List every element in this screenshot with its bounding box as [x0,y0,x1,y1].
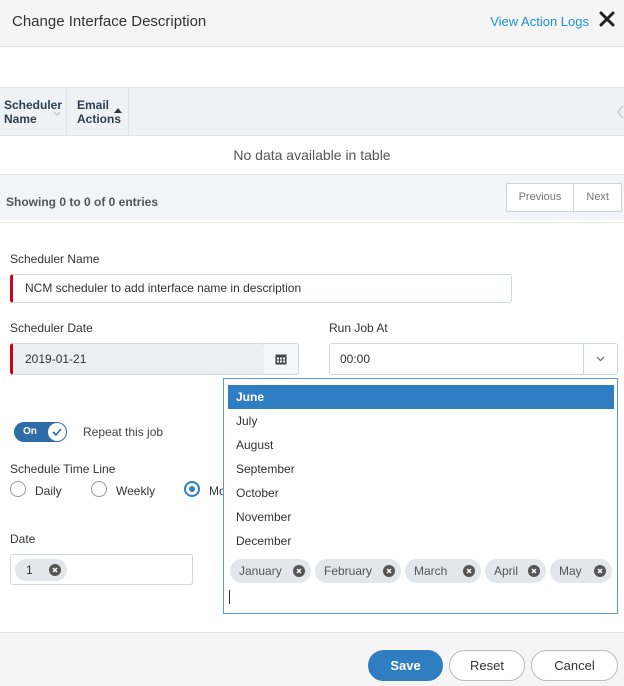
month-chip: January [230,559,311,583]
month-option[interactable]: December [228,529,614,553]
radio-daily-label: Daily [35,484,62,498]
month-chip: March [405,559,481,583]
scheduler-date-label: Scheduler Date [10,321,93,335]
date-chip: 1 [15,559,67,581]
divider [0,222,624,223]
table-header: Scheduler Name Email Actions [0,87,624,136]
month-chip: May [550,559,612,583]
previous-page-button[interactable]: Previous [507,184,575,211]
run-job-label: Run Job At [329,321,388,335]
reset-button[interactable]: Reset [449,650,525,681]
pagination: Previous Next [505,183,622,212]
schedule-timeline-label: Schedule Time Line [10,462,116,476]
remove-chip-icon[interactable] [463,565,475,577]
sort-ascending-icon [114,108,122,113]
month-dropdown[interactable]: June July August September October Novem… [223,378,618,614]
calendar-button[interactable] [264,343,299,375]
scroll-right-icon[interactable] [616,104,624,120]
month-option[interactable]: September [228,457,614,481]
scheduler-name-input[interactable]: NCM scheduler to add interface name in d… [10,274,512,303]
next-page-button[interactable]: Next [574,184,621,211]
month-option[interactable]: June [228,385,614,409]
chevron-down-icon [596,356,605,362]
table-toolbar [0,47,624,87]
scheduler-name-label: Scheduler Name [10,252,100,266]
cancel-button[interactable]: Cancel [531,650,618,681]
remove-chip-icon[interactable] [383,565,395,577]
month-chip: April [485,559,546,583]
month-chip: February [315,559,401,583]
toggle-knob [48,423,66,441]
month-option[interactable]: November [228,505,614,529]
radio-weekly-label: Weekly [116,484,156,498]
date-label: Date [10,532,36,546]
check-icon [52,428,62,436]
save-button[interactable]: Save [368,650,443,681]
remove-chip-icon[interactable] [594,565,606,577]
remove-chip-icon[interactable] [293,565,305,577]
remove-chip-icon[interactable] [49,564,61,576]
radio-monthly[interactable] [184,481,200,497]
month-option[interactable]: July [228,409,614,433]
calendar-icon [275,354,287,365]
selected-months: January February March April May [228,559,614,583]
column-email-actions[interactable]: Email Actions [67,88,129,135]
close-icon[interactable] [598,10,616,28]
dialog-footer: Save Reset Cancel [0,632,624,686]
view-action-logs-link[interactable]: View Action Logs [490,14,589,29]
repeat-job-toggle[interactable]: On [14,422,67,442]
column-scheduler-name[interactable]: Scheduler Name [0,88,67,135]
run-job-select[interactable]: 00:00 [329,343,618,375]
remove-chip-icon[interactable] [528,565,540,577]
repeat-job-label: Repeat this job [83,425,164,439]
sort-icon [53,111,61,116]
dialog-title: Change Interface Description [12,13,207,30]
table-entries-info: Showing 0 to 0 of 0 entries [6,195,159,209]
radio-weekly[interactable] [91,481,107,497]
scheduler-date-input[interactable]: 2019-01-21 [10,343,265,375]
dialog-header: Change Interface Description View Action… [0,0,624,47]
month-option[interactable]: October [228,481,614,505]
text-cursor [229,590,230,604]
radio-daily[interactable] [10,481,26,497]
date-multiselect[interactable]: 1 [10,554,193,585]
month-option[interactable]: August [228,433,614,457]
run-job-dropdown-toggle[interactable] [583,344,617,374]
table-info-bar: Showing 0 to 0 of 0 entries Previous Nex… [0,174,624,220]
empty-table-message: No data available in table [0,136,624,174]
